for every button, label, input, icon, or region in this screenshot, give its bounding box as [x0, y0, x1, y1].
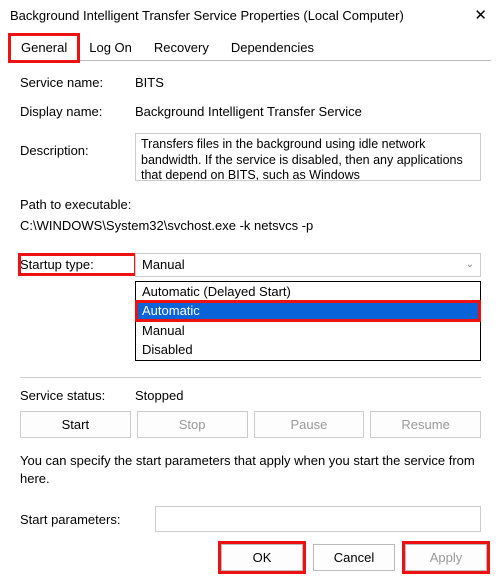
description-label: Description: — [20, 133, 135, 158]
apply-button: Apply — [405, 544, 487, 571]
start-button[interactable]: Start — [20, 411, 131, 438]
content-panel: Service name: BITS Display name: Backgro… — [0, 61, 501, 532]
hint-text: You can specify the start parameters tha… — [20, 452, 481, 488]
service-name-value: BITS — [135, 75, 481, 90]
tab-dependencies[interactable]: Dependencies — [220, 35, 325, 61]
startup-option-automatic[interactable]: Automatic — [136, 301, 480, 321]
cancel-button[interactable]: Cancel — [313, 544, 395, 571]
service-status-label: Service status: — [20, 388, 135, 403]
start-parameters-label: Start parameters: — [20, 512, 155, 527]
startup-type-dropdown: Automatic (Delayed Start) Automatic Manu… — [135, 281, 481, 361]
path-value: C:\WINDOWS\System32\svchost.exe -k netsv… — [20, 216, 481, 237]
footer-buttons: OK Cancel Apply — [221, 544, 487, 571]
description-box[interactable]: Transfers files in the background using … — [135, 133, 481, 181]
chevron-down-icon: ⌄ — [466, 259, 474, 270]
close-icon[interactable]: ✕ — [470, 6, 491, 24]
startup-option-delayed[interactable]: Automatic (Delayed Start) — [136, 282, 480, 302]
resume-button: Resume — [370, 411, 481, 438]
startup-option-manual[interactable]: Manual — [136, 321, 480, 341]
startup-type-select[interactable]: Manual ⌄ — [135, 253, 481, 277]
ok-button[interactable]: OK — [221, 544, 303, 571]
tab-strip: General Log On Recovery Dependencies — [10, 34, 491, 61]
display-name-value: Background Intelligent Transfer Service — [135, 104, 481, 119]
startup-type-label: Startup type: — [20, 255, 135, 274]
tab-general[interactable]: General — [10, 35, 78, 61]
display-name-label: Display name: — [20, 104, 135, 119]
startup-option-disabled[interactable]: Disabled — [136, 340, 480, 360]
pause-button: Pause — [254, 411, 365, 438]
window-title: Background Intelligent Transfer Service … — [10, 8, 404, 23]
path-label: Path to executable: — [20, 195, 481, 216]
title-bar: Background Intelligent Transfer Service … — [0, 0, 501, 28]
startup-type-selected: Manual — [142, 257, 185, 272]
tab-recovery[interactable]: Recovery — [143, 35, 220, 61]
service-name-label: Service name: — [20, 75, 135, 90]
tab-logon[interactable]: Log On — [78, 35, 143, 61]
service-status-value: Stopped — [135, 388, 183, 403]
stop-button: Stop — [137, 411, 248, 438]
divider — [20, 377, 481, 378]
start-parameters-input[interactable] — [155, 506, 481, 532]
